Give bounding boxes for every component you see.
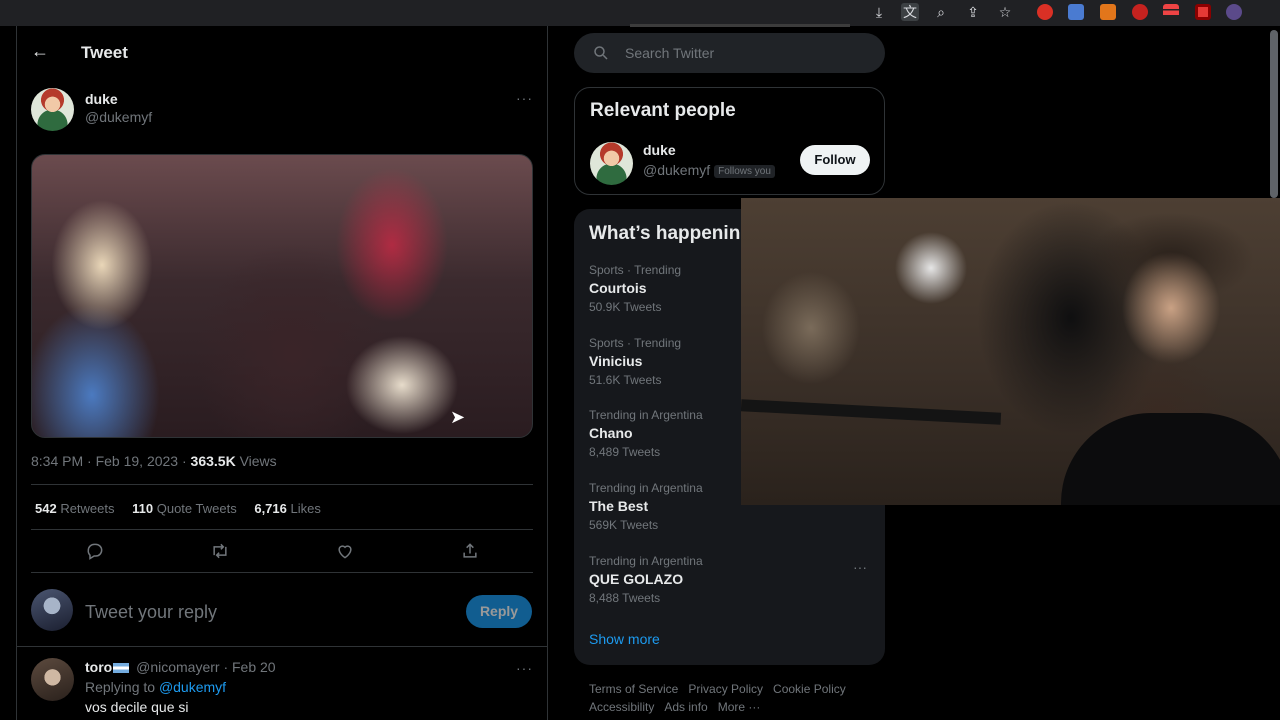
show-more-link[interactable]: Show more — [589, 631, 660, 647]
more-options-icon[interactable]: ··· — [516, 90, 533, 106]
trend-count: 8,488 Tweets — [589, 591, 661, 605]
extension-5-icon[interactable] — [1163, 4, 1179, 20]
divider — [17, 646, 547, 647]
follows-you-badge: Follows you — [714, 164, 775, 178]
tweet-column: ← Tweet duke @dukemyf ··· ➤ 8:34 PM · Fe… — [16, 26, 548, 720]
divider — [31, 572, 533, 573]
microphone-arm — [741, 399, 1002, 425]
relevant-people-card: Relevant people duke @dukemyf Follows you… — [574, 87, 885, 195]
trend-name: QUE GOLAZO — [589, 571, 684, 587]
tweet-time[interactable]: 8:34 PM · Feb 19, 2023 · — [31, 453, 191, 469]
footer-link-ads-info[interactable]: Ads info — [664, 700, 707, 714]
likes-count: 6,716 — [254, 501, 287, 516]
back-arrow-icon[interactable]: ← — [31, 41, 51, 61]
replying-prefix: Replying to — [85, 679, 159, 695]
current-user-avatar[interactable] — [31, 589, 73, 631]
likes-stat[interactable]: 6,716 Likes — [254, 501, 321, 516]
share-icon[interactable] — [460, 541, 482, 563]
person-avatar[interactable] — [590, 142, 633, 185]
trend-more-options-icon[interactable]: ··· — [853, 559, 867, 575]
likes-label: Likes — [286, 501, 321, 516]
trend-count: 569K Tweets — [589, 518, 659, 532]
mouse-cursor-icon: ➤ — [450, 407, 466, 427]
views-count: 363.5K — [190, 453, 236, 469]
bookmark-star-icon[interactable]: ☆ — [996, 3, 1014, 21]
argentina-flag-icon — [113, 663, 130, 674]
scrollbar[interactable] — [1270, 30, 1278, 198]
divider — [31, 484, 533, 485]
extension-6-icon[interactable] — [1195, 4, 1211, 20]
tweet-stats: 542 Retweets 110 Quote Tweets 6,716 Like… — [35, 501, 335, 516]
streamer-figure — [1061, 413, 1280, 505]
divider — [31, 529, 533, 530]
search-bar[interactable]: Search Twitter — [574, 33, 885, 73]
retweet-icon[interactable] — [210, 541, 232, 563]
replying-to: Replying to @dukemyf — [85, 679, 226, 695]
trend-item[interactable]: Trending in Argentina QUE GOLAZO 8,488 T… — [589, 554, 869, 605]
like-heart-icon[interactable] — [335, 541, 357, 563]
reply-author-avatar[interactable] — [31, 658, 74, 701]
footer-link-cookie[interactable]: Cookie Policy — [773, 682, 846, 696]
tweet-media[interactable]: ➤ — [31, 154, 533, 438]
reply-more-options-icon[interactable]: ··· — [516, 660, 533, 676]
reply-author[interactable]: toro @nicomayerr · Feb 20 — [85, 659, 276, 675]
search-icon — [594, 46, 608, 60]
browser-toolbar: ⤓ 文 ⌕ ⇪ ☆ — [0, 0, 1280, 27]
reply-input[interactable]: Tweet your reply — [85, 602, 217, 623]
relevant-people-title: Relevant people — [590, 100, 736, 121]
reply-handle-time: @nicomayerr · Feb 20 — [132, 659, 276, 675]
tab-indicator — [630, 24, 850, 27]
footer-link-terms[interactable]: Terms of Service — [589, 682, 678, 696]
person-name[interactable]: duke — [643, 142, 676, 158]
page-title: Tweet — [81, 43, 128, 62]
search-input[interactable]: Search Twitter — [625, 45, 714, 61]
retweets-stat[interactable]: 542 Retweets — [35, 501, 115, 516]
webcam-overlay — [741, 198, 1280, 505]
replying-to-handle[interactable]: @dukemyf — [159, 679, 226, 695]
reply-text: vos decile que si — [85, 699, 189, 715]
author-avatar[interactable] — [31, 88, 74, 131]
tweet-header: ← Tweet — [17, 26, 547, 80]
reply-icon[interactable] — [85, 541, 107, 563]
translate-icon[interactable]: 文 — [901, 3, 919, 21]
author-handle[interactable]: @dukemyf — [85, 109, 152, 125]
person-handle-line: @dukemyf Follows you — [643, 162, 775, 178]
footer-link-privacy[interactable]: Privacy Policy — [688, 682, 763, 696]
quote-tweets-stat[interactable]: 110 Quote Tweets — [132, 501, 237, 516]
footer-link-accessibility[interactable]: Accessibility — [589, 700, 654, 714]
zoom-icon[interactable]: ⌕ — [932, 3, 950, 21]
extension-1-icon[interactable] — [1037, 4, 1053, 20]
trend-context: Trending in Argentina — [589, 554, 703, 568]
quotes-label: Quote Tweets — [153, 501, 237, 516]
reply-button[interactable]: Reply — [466, 595, 532, 628]
reply-composer: Tweet your reply Reply — [17, 574, 547, 648]
quotes-count: 110 — [132, 501, 154, 516]
reply-author-name: toro — [85, 659, 113, 675]
footer-links: Terms of Service Privacy Policy Cookie Pol… — [589, 680, 889, 716]
retweets-label: Retweets — [56, 501, 115, 516]
retweets-count: 542 — [35, 501, 57, 516]
extension-3-icon[interactable] — [1100, 4, 1116, 20]
extension-7-icon[interactable] — [1226, 4, 1242, 20]
follow-button[interactable]: Follow — [800, 145, 870, 175]
whats-happening-title: What’s happening — [589, 223, 752, 244]
share-icon[interactable]: ⇪ — [964, 3, 982, 21]
download-icon[interactable]: ⤓ — [870, 3, 888, 21]
tweet-timestamp: 8:34 PM · Feb 19, 2023 · 363.5K Views — [31, 453, 277, 469]
author-name[interactable]: duke — [85, 91, 118, 107]
footer-link-more[interactable]: More ··· — [718, 700, 761, 714]
extension-4-icon[interactable] — [1132, 4, 1148, 20]
person-handle[interactable]: @dukemyf — [643, 162, 710, 178]
extension-2-icon[interactable] — [1068, 4, 1084, 20]
views-label: Views — [235, 453, 277, 469]
